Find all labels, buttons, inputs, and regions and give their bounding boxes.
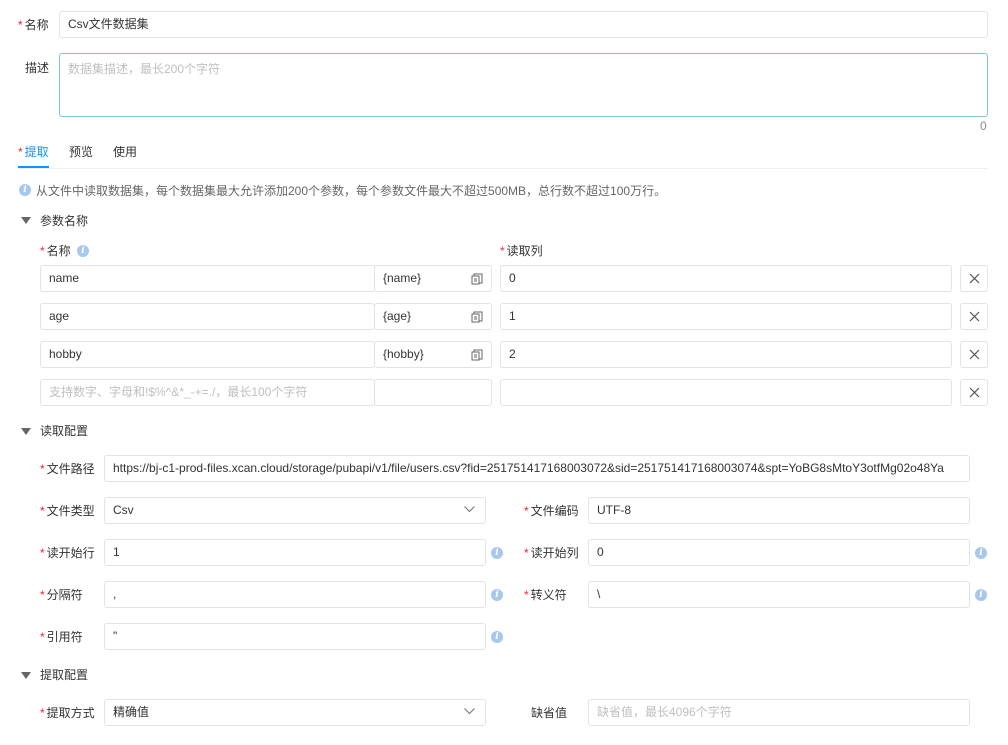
separator-label: 分隔符 xyxy=(40,586,83,604)
quote-char-label: 引用符 xyxy=(40,628,83,646)
notice-text: 从文件中读取数据集，每个数据集最大允许添加200个参数，每个参数文件最大不超过5… xyxy=(36,184,667,198)
info-icon[interactable]: i xyxy=(491,589,503,601)
file-type-select[interactable]: Csv xyxy=(104,497,486,524)
copy-icon[interactable] xyxy=(471,273,483,285)
param-name-input[interactable]: hobby xyxy=(40,341,375,368)
info-icon[interactable]: i xyxy=(77,245,89,257)
file-type-label: 文件类型 xyxy=(40,502,95,520)
tab-active-indicator xyxy=(18,166,49,168)
param-variable-field: {name} xyxy=(374,265,492,292)
escape-char-label: 转义符 xyxy=(524,586,567,604)
read-column-value: 1 xyxy=(509,309,516,323)
start-row-value: 1 xyxy=(113,545,120,559)
new-param-variable-field xyxy=(374,379,492,406)
params-section-title[interactable]: 参数名称 xyxy=(40,212,88,230)
info-icon[interactable]: i xyxy=(975,589,987,601)
description-textarea[interactable]: 数据集描述，最长200个字符 xyxy=(59,53,988,117)
delete-param-button[interactable] xyxy=(960,265,988,292)
chevron-down-icon xyxy=(464,506,475,513)
param-name-input[interactable]: age xyxy=(40,303,375,330)
tab-usage[interactable]: 使用 xyxy=(113,143,137,161)
start-col-label: 读开始列 xyxy=(524,544,579,562)
read-column-input[interactable]: 1 xyxy=(500,303,952,330)
close-icon xyxy=(969,273,980,284)
quote-char-value: " xyxy=(113,629,118,643)
tab-extract[interactable]: 提取 xyxy=(18,143,49,161)
close-icon xyxy=(969,349,980,360)
delete-param-button[interactable] xyxy=(960,303,988,330)
file-type-value: Csv xyxy=(113,503,134,517)
escape-char-input[interactable]: \ xyxy=(588,581,970,608)
new-param-placeholder: 支持数字、字母和!$%^&*_-+=./，最长100个字符 xyxy=(49,385,308,399)
copy-icon[interactable] xyxy=(471,349,483,361)
info-icon[interactable]: i xyxy=(491,547,503,559)
file-encoding-value: UTF-8 xyxy=(597,503,631,517)
param-name-value: name xyxy=(49,271,80,285)
info-icon: i xyxy=(19,184,31,196)
new-param-name-input[interactable]: 支持数字、字母和!$%^&*_-+=./，最长100个字符 xyxy=(40,379,375,406)
start-row-input[interactable]: 1 xyxy=(104,539,486,566)
file-path-input[interactable]: https://bj-c1-prod-files.xcan.cloud/stor… xyxy=(104,455,970,482)
info-icon[interactable]: i xyxy=(975,547,987,559)
dataset-name-input[interactable]: Csv文件数据集 xyxy=(59,11,988,38)
param-variable-value: {hobby} xyxy=(383,347,424,361)
read-column-label: 读取列 xyxy=(500,242,543,260)
file-encoding-input[interactable]: UTF-8 xyxy=(588,497,970,524)
param-name-value: hobby xyxy=(49,347,82,361)
collapse-caret-icon[interactable] xyxy=(21,217,31,224)
description-label: 描述 xyxy=(25,61,50,75)
param-name-input[interactable]: name xyxy=(40,265,375,292)
param-name-value: age xyxy=(49,309,70,323)
extract-method-select[interactable]: 精确值 xyxy=(104,699,486,726)
delete-param-button[interactable] xyxy=(960,379,988,406)
separator-value: , xyxy=(113,587,117,601)
file-path-label: 文件路径 xyxy=(40,460,95,478)
default-value-placeholder: 缺省值，最长4096个字符 xyxy=(597,705,732,719)
read-column-input[interactable]: 2 xyxy=(500,341,952,368)
start-col-input[interactable]: 0 xyxy=(588,539,970,566)
start-col-value: 0 xyxy=(597,545,604,559)
param-variable-field: {hobby} xyxy=(374,341,492,368)
default-value-input[interactable]: 缺省值，最长4096个字符 xyxy=(588,699,970,726)
dataset-name-value: Csv文件数据集 xyxy=(68,17,149,31)
param-variable-value: {age} xyxy=(383,309,412,323)
collapse-caret-icon[interactable] xyxy=(21,428,31,435)
tab-preview[interactable]: 预览 xyxy=(69,143,93,161)
separator-input[interactable]: , xyxy=(104,581,486,608)
new-read-column-input[interactable] xyxy=(500,379,952,406)
collapse-caret-icon[interactable] xyxy=(21,672,31,679)
description-char-count: 0 xyxy=(980,119,987,133)
param-variable-value: {name} xyxy=(383,271,422,285)
read-column-value: 2 xyxy=(509,347,516,361)
extract-method-label: 提取方式 xyxy=(40,704,95,722)
chevron-down-icon xyxy=(464,708,475,715)
tabs-divider xyxy=(18,168,988,169)
quote-char-input[interactable]: " xyxy=(104,623,486,650)
info-icon[interactable]: i xyxy=(491,631,503,643)
read-config-section-title[interactable]: 读取配置 xyxy=(40,422,88,440)
default-value-label: 缺省值 xyxy=(531,706,568,720)
name-label: 名称 xyxy=(18,16,49,34)
copy-icon[interactable] xyxy=(471,311,483,323)
start-row-label: 读开始行 xyxy=(40,544,95,562)
delete-param-button[interactable] xyxy=(960,341,988,368)
extract-method-value: 精确值 xyxy=(113,705,150,719)
read-column-input[interactable]: 0 xyxy=(500,265,952,292)
file-path-value: https://bj-c1-prod-files.xcan.cloud/stor… xyxy=(113,461,944,475)
escape-char-value: \ xyxy=(597,587,601,601)
description-placeholder: 数据集描述，最长200个字符 xyxy=(68,62,221,76)
file-encoding-label: 文件编码 xyxy=(524,502,579,520)
close-icon xyxy=(969,311,980,322)
read-column-value: 0 xyxy=(509,271,516,285)
extract-config-section-title[interactable]: 提取配置 xyxy=(40,666,88,684)
param-variable-field: {age} xyxy=(374,303,492,330)
close-icon xyxy=(969,387,980,398)
param-name-column-label: 名称 xyxy=(40,242,71,260)
